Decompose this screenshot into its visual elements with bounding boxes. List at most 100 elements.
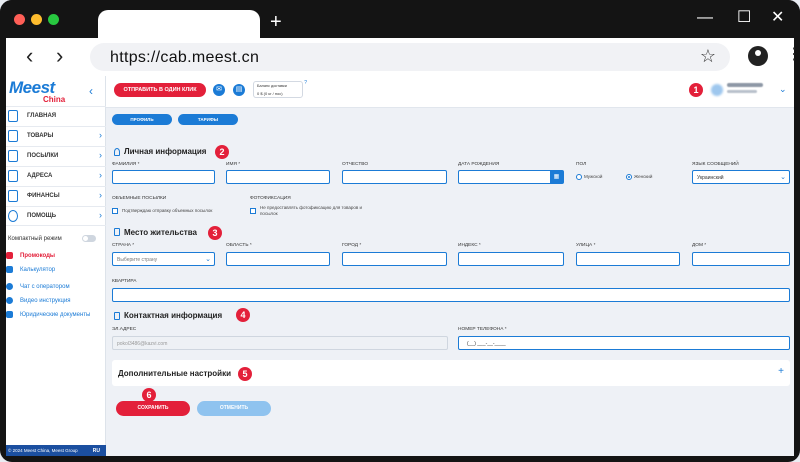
country-label: СТРАНА * [112, 243, 135, 248]
apartment-label: КВАРТИРА [112, 279, 137, 284]
logo[interactable]: Meest China [9, 78, 79, 108]
house-input[interactable] [692, 252, 790, 266]
gender-female-radio[interactable] [626, 174, 632, 180]
browser-nav-bar: ‹ › https://cab.meest.cn ☆ ⋮ [6, 38, 800, 76]
volume-parcels-checkbox[interactable] [112, 208, 118, 214]
user-id-blurred [727, 90, 757, 93]
language-switch[interactable]: RU [93, 448, 100, 454]
avatar[interactable] [711, 84, 723, 96]
person-icon [114, 148, 120, 156]
sidebar-link-promocodes[interactable]: Промокоды [20, 253, 55, 259]
balance-help-icon[interactable]: ? [304, 80, 307, 86]
sidebar-item-goods[interactable]: ТОВАРЫ › [6, 126, 106, 146]
browser-menu-icon[interactable]: ⋮ [786, 47, 800, 63]
sidebar-item-home[interactable]: ГЛАВНАЯ [6, 106, 106, 126]
sidebar-item-addresses[interactable]: АДРЕСА › [6, 166, 106, 186]
minimize-button[interactable]: — [697, 9, 713, 27]
balance-value: 0 $ (0 кг / пос) [257, 91, 283, 96]
photo-fixation-checkbox[interactable] [250, 208, 256, 214]
chevron-down-icon: ⌄ [780, 174, 786, 181]
user-name-blurred [727, 83, 763, 87]
patronymic-input[interactable] [342, 170, 447, 184]
sidebar-item-label: ФИНАНСЫ [27, 193, 60, 199]
cancel-button[interactable]: ОТМЕНИТЬ [197, 401, 271, 416]
birth-date-input[interactable]: ▦ [458, 170, 564, 184]
book-icon[interactable]: ▤ [233, 84, 245, 96]
back-button[interactable]: ‹ [26, 44, 33, 68]
gender-label: ПОЛ [576, 162, 587, 167]
section-title-personal: Личная информация [124, 147, 207, 156]
sidebar-item-parcels[interactable]: ПОСЫЛКИ › [6, 146, 106, 166]
index-label: ИНДЕКС * [458, 243, 481, 248]
save-button[interactable]: СОХРАНИТЬ [116, 401, 190, 416]
chevron-right-icon: › [99, 190, 102, 200]
country-select[interactable]: Выберите страну ⌄ [112, 252, 215, 266]
browser-tab[interactable] [98, 10, 260, 40]
maximize-dot-icon[interactable] [48, 14, 59, 25]
calendar-icon[interactable]: ▦ [550, 171, 563, 183]
sidebar-link-chat[interactable]: Чат с оператором [20, 284, 70, 290]
close-button[interactable]: ✕ [771, 9, 784, 27]
app-content: Meest China ‹ ГЛАВНАЯ ТОВАРЫ › ПОСЫЛКИ ›… [6, 76, 794, 456]
maximize-button[interactable]: ☐ [737, 9, 751, 27]
chevron-down-icon: ⌄ [205, 256, 211, 263]
sidebar-link-legal[interactable]: Юридические документы [20, 312, 90, 318]
patronymic-label: ОТЧЕСТВО [342, 162, 369, 167]
forward-button[interactable]: › [56, 44, 63, 68]
index-input[interactable] [458, 252, 564, 266]
sidebar-link-calculator[interactable]: Калькулятор [20, 267, 55, 273]
address-bar[interactable]: https://cab.meest.cn ☆ [90, 43, 730, 71]
gender-male-radio[interactable] [576, 174, 582, 180]
chevron-down-icon[interactable]: ⌄ [779, 84, 787, 95]
calculator-icon [6, 266, 13, 273]
city-label: ГОРОД * [342, 243, 362, 248]
step-badge-1: 1 [689, 83, 703, 97]
phone-mask: (__) ___-__-____ [467, 341, 506, 347]
sidebar-item-finance[interactable]: ФИНАНСЫ › [6, 186, 106, 206]
sidebar-item-help[interactable]: ПОМОЩЬ › [6, 206, 106, 226]
home-icon [8, 110, 18, 122]
expand-plus-icon[interactable]: + [778, 366, 784, 377]
mail-icon[interactable]: ✉ [213, 84, 225, 96]
compact-mode-toggle[interactable] [82, 235, 96, 242]
minimize-dot-icon[interactable] [31, 14, 42, 25]
step-badge-5: 5 [238, 367, 252, 381]
sidebar-link-video[interactable]: Видео инструкция [20, 298, 71, 304]
region-label: ОБЛАСТЬ * [226, 243, 252, 248]
step-badge-2: 2 [215, 145, 229, 159]
new-tab-button[interactable]: + [270, 10, 282, 34]
sidebar: Meest China ‹ ГЛАВНАЯ ТОВАРЫ › ПОСЫЛКИ ›… [6, 76, 106, 456]
region-input[interactable] [226, 252, 330, 266]
tab-tariffs[interactable]: ТАРИФЫ [178, 114, 238, 125]
parcel-icon [8, 150, 18, 162]
tab-profile[interactable]: ПРОФИЛЬ [112, 114, 172, 125]
first-name-input[interactable] [226, 170, 330, 184]
phone-input[interactable]: (__) ___-__-____ [458, 336, 790, 350]
collapse-sidebar-icon[interactable]: ‹ [89, 84, 93, 98]
sidebar-item-label: ПОСЫЛКИ [27, 153, 59, 159]
city-input[interactable] [342, 252, 447, 266]
last-name-label: ФАМИЛИЯ * [112, 162, 140, 167]
section-title-residence: Место жительства [124, 228, 197, 237]
send-one-click-button[interactable]: ОТПРАВИТЬ В ОДИН КЛИК [114, 83, 206, 97]
close-dot-icon[interactable] [14, 14, 25, 25]
apartment-input[interactable] [112, 288, 790, 302]
street-label: УЛИЦА * [576, 243, 596, 248]
additional-settings-panel[interactable]: Дополнительные настройки + [112, 360, 790, 386]
bookmark-star-icon[interactable]: ☆ [700, 46, 716, 67]
street-input[interactable] [576, 252, 680, 266]
sidebar-footer: © 2024 Meest China, Meest Group RU [6, 445, 106, 456]
step-badge-3: 3 [208, 226, 222, 240]
volume-parcels-label: ОБЪЕМНЫЕ ПОСЫЛКИ [112, 196, 167, 201]
last-name-input[interactable] [112, 170, 215, 184]
email-label: ЭЛ.АДРЕС [112, 327, 137, 332]
email-value: pokol3486@kazvi.com [117, 341, 168, 347]
balance-widget[interactable]: Баланс доставки 0 $ (0 кг / пос) ? [253, 80, 307, 98]
language-select[interactable]: Украинский ⌄ [692, 170, 790, 184]
document-icon [6, 311, 13, 318]
copyright-text: © 2024 Meest China, Meest Group [8, 448, 78, 453]
gender-female-label: Женский [634, 174, 653, 179]
chevron-right-icon: › [99, 130, 102, 140]
account-icon[interactable] [748, 46, 768, 66]
video-icon [6, 297, 13, 304]
